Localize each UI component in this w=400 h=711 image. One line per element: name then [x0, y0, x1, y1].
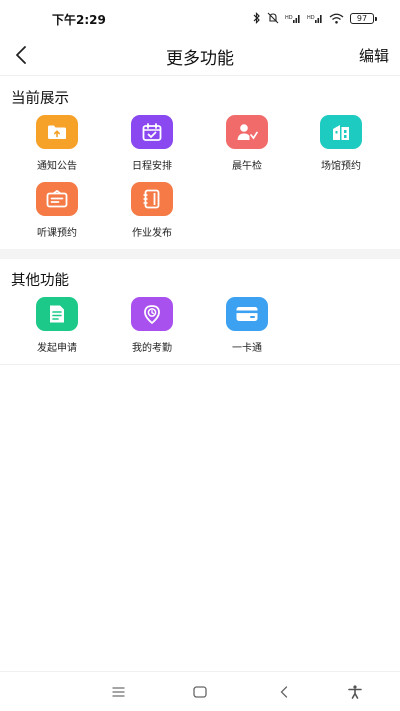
feature-homework-publish[interactable]: 作业发布 [112, 182, 192, 239]
document-icon [50, 305, 64, 323]
home-icon [193, 686, 207, 698]
system-navigation-bar [0, 671, 400, 711]
wifi-icon [329, 13, 344, 24]
status-bar: 下午2:29 HD HD 97 [0, 0, 400, 36]
feature-lecture-booking[interactable]: 听课预约 [17, 182, 97, 239]
bluetooth-icon [253, 12, 261, 24]
feature-label: 发起申请 [37, 343, 77, 354]
feature-label: 晨午检 [232, 161, 262, 172]
feature-tile [36, 297, 78, 331]
menu-button[interactable] [108, 682, 128, 702]
signal-icon: HD [285, 13, 301, 24]
feature-label: 通知公告 [37, 161, 77, 172]
current-display-section: 当前展示 通知公告 日程安排 晨午检 场馆预约 听课预约 作业发布 [0, 77, 400, 249]
feature-label: 我的考勤 [132, 343, 172, 354]
section-divider [0, 249, 400, 259]
feature-tile [36, 182, 78, 216]
status-icons: HD HD 97 [253, 10, 377, 26]
feature-tile [36, 115, 78, 149]
feature-schedule[interactable]: 日程安排 [112, 115, 192, 172]
upload-folder-icon [48, 125, 66, 139]
feature-tile [131, 115, 173, 149]
feature-tile [226, 115, 268, 149]
home-button[interactable] [190, 682, 210, 702]
feature-tile [320, 115, 362, 149]
notebook-icon [143, 189, 160, 209]
feature-my-attendance[interactable]: 我的考勤 [112, 297, 192, 354]
feature-label: 一卡通 [232, 343, 262, 354]
svg-text:HD: HD [307, 15, 315, 21]
feature-submit-application[interactable]: 发起申请 [17, 297, 97, 354]
feature-tile [131, 182, 173, 216]
feature-label: 作业发布 [132, 228, 172, 239]
signal-icon: HD [307, 13, 323, 24]
card-icon [236, 307, 258, 321]
page-title: 更多功能 [166, 49, 234, 69]
status-time: 下午2:29 [52, 13, 106, 27]
section-title-current: 当前展示 [11, 91, 69, 107]
svg-text:HD: HD [285, 15, 293, 21]
feature-health-check[interactable]: 晨午检 [207, 115, 287, 172]
easel-icon [46, 190, 68, 208]
feature-notice[interactable]: 通知公告 [17, 115, 97, 172]
feature-tile [131, 297, 173, 331]
person-check-icon [237, 124, 258, 140]
location-clock-icon [144, 305, 160, 324]
back-icon [280, 686, 288, 698]
other-functions-section: 其他功能 发起申请 我的考勤 一卡通 [0, 259, 400, 365]
mute-icon [267, 12, 279, 24]
feature-venue-booking[interactable]: 场馆预约 [301, 115, 381, 172]
feature-label: 听课预约 [37, 228, 77, 239]
menu-icon [112, 687, 124, 697]
accessibility-button[interactable] [345, 682, 365, 702]
accessibility-icon [348, 685, 362, 699]
back-nav-button[interactable] [274, 682, 294, 702]
building-icon [333, 125, 349, 140]
feature-tile [226, 297, 268, 331]
edit-button[interactable]: 编辑 [359, 45, 389, 66]
section-title-other: 其他功能 [11, 273, 69, 289]
feature-label: 场馆预约 [321, 161, 361, 172]
navigation-bar: 更多功能 编辑 [0, 36, 400, 76]
feature-campus-card[interactable]: 一卡通 [207, 297, 287, 354]
battery-icon: 97 [350, 12, 377, 24]
feature-label: 日程安排 [132, 161, 172, 172]
calendar-check-icon [142, 123, 162, 141]
